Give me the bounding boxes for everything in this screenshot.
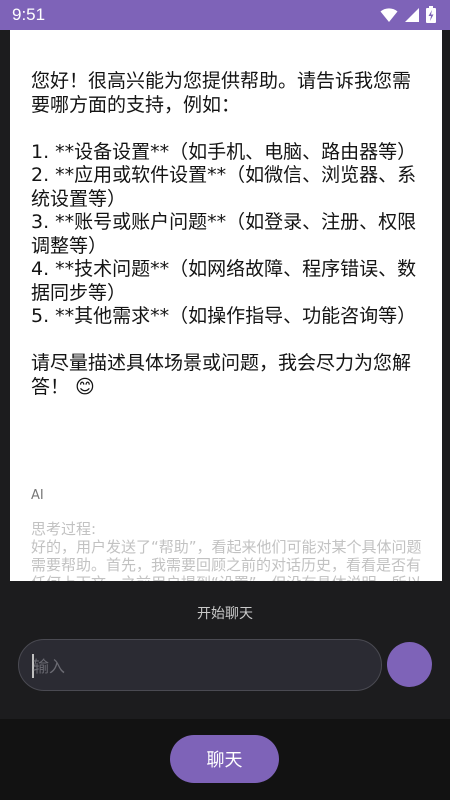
signal-icon — [405, 7, 419, 22]
thinking-process: 思考过程: 好的，用户发送了“帮助”，看起来他们可能对某个具体问题需要帮助。首先… — [31, 520, 426, 581]
reply-line: 2. **应用或软件设置**（如微信、浏览器、系统设置等） — [31, 164, 417, 210]
reply-line: 请尽量描述具体场景或问题，我会尽力为您解答！ 😊 — [31, 352, 412, 398]
thinking-title: 思考过程: — [31, 520, 97, 538]
chat-button[interactable]: 聊天 — [170, 735, 279, 783]
status-bar: 9:51 — [0, 0, 450, 30]
reply-spacer — [31, 329, 426, 353]
reply-line: 3. **账号或账户问题**（如登录、注册、权限调整等） — [31, 211, 417, 257]
reply-line: 5. **其他需求**（如操作指导、功能咨询等） — [31, 305, 417, 327]
message-input[interactable] — [33, 653, 363, 679]
thinking-text: 好的，用户发送了“帮助”，看起来他们可能对某个具体问题需要帮助。首先，我需要回顾… — [31, 538, 422, 581]
bottom-nav: 聊天 — [0, 719, 450, 800]
reply-line: 1. **设备设置**（如手机、电脑、路由器等） — [31, 140, 417, 163]
reply-line: 您好！很高兴能为您提供帮助。请告诉我您需要哪方面的支持，例如： — [31, 70, 412, 116]
wifi-icon — [380, 7, 398, 22]
sender-label: AI — [31, 488, 44, 503]
reply-line: 4. **技术问题**（如网络故障、程序错误、数据同步等） — [31, 258, 417, 304]
message-input-box[interactable] — [18, 639, 382, 691]
composer-panel: 开始聊天 聊天 — [0, 581, 450, 800]
status-icons — [380, 6, 436, 23]
ai-reply-text: 您好！很高兴能为您提供帮助。请告诉我您需要哪方面的支持，例如： 1. **设备设… — [31, 70, 426, 399]
status-time: 9:51 — [12, 5, 46, 24]
start-chat-label: 开始聊天 — [197, 606, 253, 622]
send-button[interactable] — [387, 642, 432, 687]
reply-spacer — [31, 117, 426, 141]
battery-icon — [426, 6, 436, 23]
message-card: 您好！很高兴能为您提供帮助。请告诉我您需要哪方面的支持，例如： 1. **设备设… — [10, 30, 442, 581]
